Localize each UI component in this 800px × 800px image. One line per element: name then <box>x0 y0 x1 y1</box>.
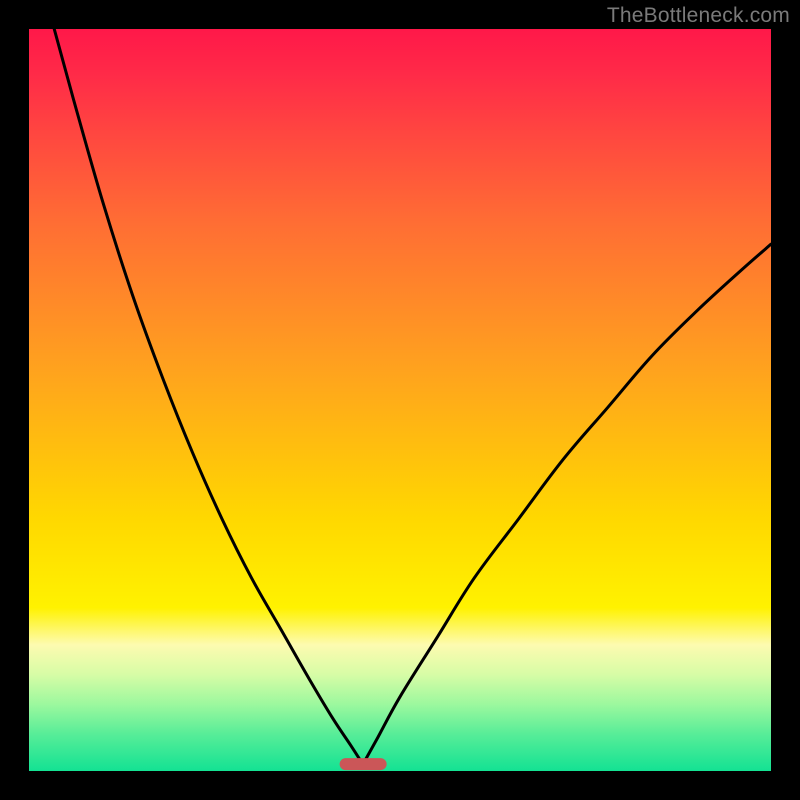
bottleneck-curve <box>29 29 771 771</box>
curve-left-branch <box>54 29 363 764</box>
curve-right-branch <box>363 244 771 764</box>
bottleneck-marker <box>340 758 387 770</box>
watermark-text: TheBottleneck.com <box>607 4 790 28</box>
chart-plot-area <box>29 29 771 771</box>
chart-frame: TheBottleneck.com <box>0 0 800 800</box>
